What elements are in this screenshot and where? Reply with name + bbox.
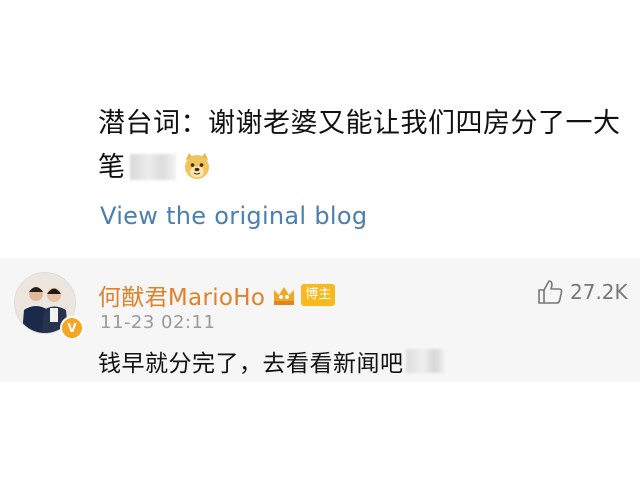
- blurred-text: [129, 154, 176, 180]
- author-badge: 博主: [301, 284, 336, 306]
- post-text: 潜台词：谢谢老婆又能让我们四房分了一大 笔: [98, 102, 621, 190]
- post-line-2-text: 笔: [98, 152, 126, 183]
- like-count: 27.2K: [570, 280, 628, 304]
- like-button[interactable]: 27.2K: [536, 278, 628, 306]
- comment-text: 钱早就分完了，去看看新闻吧: [98, 344, 444, 378]
- blurred-text: [405, 349, 444, 373]
- doge-icon: [182, 151, 212, 181]
- avatar[interactable]: V: [14, 272, 84, 340]
- comment-item: V 何猷君MarioHo 博主 27.2K 11-23 02:11 钱早就分完了…: [0, 258, 640, 382]
- post-line-1: 潜台词：谢谢老婆又能让我们四房分了一大: [98, 108, 621, 139]
- weibo-screenshot: 潜台词：谢谢老婆又能让我们四房分了一大 笔 View the original …: [0, 0, 640, 480]
- vip-crown-icon: [271, 283, 297, 307]
- post-line-2: 笔: [98, 146, 618, 190]
- comment-body: 钱早就分完了，去看看新闻吧: [98, 351, 404, 377]
- commenter-row: 何猷君MarioHo 博主: [98, 278, 336, 312]
- verified-badge-icon: V: [60, 316, 84, 340]
- comment-timestamp: 11-23 02:11: [100, 312, 216, 333]
- commenter-name[interactable]: 何猷君MarioHo: [98, 278, 265, 312]
- view-original-blog-link[interactable]: View the original blog: [100, 202, 367, 230]
- thumbs-up-icon: [536, 278, 564, 306]
